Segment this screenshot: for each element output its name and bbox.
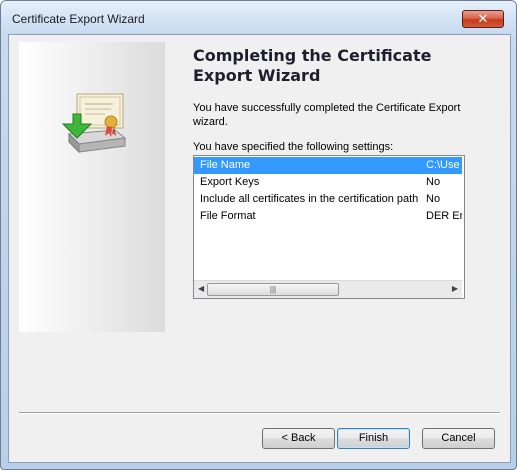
- wizard-side-panel: [19, 42, 165, 332]
- list-item-include-all-certificates[interactable]: Include all certificates in the certific…: [194, 191, 462, 208]
- horizontal-scrollbar[interactable]: ◀ ||| ▶: [194, 280, 462, 298]
- finish-button[interactable]: Finish: [337, 428, 410, 449]
- list-item-export-keys[interactable]: Export Keys No: [194, 174, 462, 191]
- setting-value: No: [426, 193, 441, 205]
- window-title: Certificate Export Wizard: [12, 12, 145, 26]
- close-button[interactable]: ✕: [462, 10, 504, 28]
- list-item-file-format[interactable]: File Format DER En: [194, 208, 462, 225]
- close-icon: ✕: [477, 11, 489, 26]
- title-bar[interactable]: Certificate Export Wizard ✕: [1, 1, 516, 35]
- settings-label: You have specified the following setting…: [193, 141, 394, 153]
- settings-list[interactable]: File Name C:\Use Export Keys No Include …: [193, 155, 465, 299]
- setting-name: Include all certificates in the certific…: [200, 193, 419, 205]
- setting-value: DER En: [426, 210, 462, 222]
- page-heading: Completing the Certificate Export Wizard: [193, 46, 432, 85]
- certificate-export-icon: [61, 93, 127, 154]
- completion-message: You have successfully completed the Cert…: [193, 102, 461, 128]
- setting-value: C:\Use: [426, 159, 460, 171]
- setting-name: Export Keys: [200, 176, 260, 188]
- cancel-button[interactable]: Cancel: [422, 428, 495, 449]
- setting-name: File Name: [200, 159, 251, 171]
- wizard-window: Certificate Export Wizard ✕ Completing t…: [0, 0, 517, 470]
- scroll-thumb[interactable]: |||: [207, 283, 339, 296]
- setting-value: No: [426, 176, 441, 188]
- button-divider: [19, 412, 500, 414]
- wizard-client-area: Completing the Certificate Export Wizard…: [8, 34, 511, 463]
- scroll-left-icon[interactable]: ◀: [198, 284, 204, 293]
- setting-name: File Format: [200, 210, 256, 222]
- list-item-file-name[interactable]: File Name C:\Use: [194, 157, 462, 174]
- back-button[interactable]: < Back: [262, 428, 335, 449]
- scroll-right-icon[interactable]: ▶: [452, 284, 458, 293]
